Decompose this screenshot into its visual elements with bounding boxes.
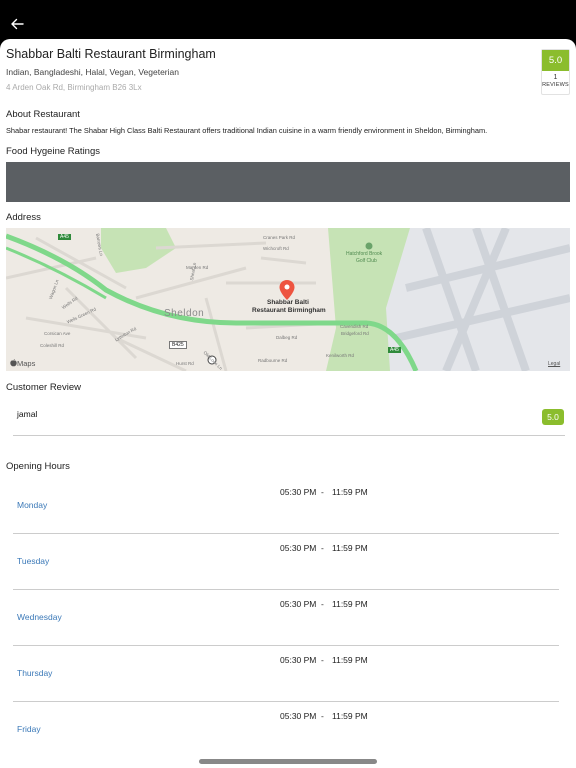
review-heading: Customer Review: [6, 382, 81, 393]
golf-label-1: Hatchford Brook: [346, 251, 383, 257]
about-text: Shabar restaurant! The Shabar High Class…: [6, 126, 488, 135]
area-label: Sheldon: [164, 308, 205, 319]
street-label: Wichcroft Rd: [263, 246, 289, 251]
about-heading: About Restaurant: [6, 109, 80, 120]
time-separator: -: [321, 599, 324, 609]
location-map[interactable]: A45 B425 A45 Cranes Park Rd Wichcroft Rd…: [6, 228, 570, 371]
street-label: Bridgeford Rd: [341, 331, 369, 336]
golf-icon: [365, 242, 373, 250]
day-label: Monday: [17, 500, 48, 510]
review-count: 1: [553, 74, 558, 81]
street-label: Kenilworth Rd: [326, 353, 355, 358]
back-button[interactable]: [8, 14, 28, 34]
reviews-label: REVIEWS: [542, 82, 569, 88]
legal-link[interactable]: Legal: [548, 361, 560, 367]
close-time: 11:59 PM: [332, 487, 368, 497]
hours-row: Tuesday 05:30 PM - 11:59 PM: [13, 534, 559, 590]
day-label: Wednesday: [17, 612, 62, 622]
restaurant-name: Shabbar Balti Restaurant Birmingham: [6, 47, 216, 61]
rating-score: 5.0: [542, 50, 569, 71]
time-separator: -: [321, 543, 324, 553]
hygiene-heading: Food Hygeine Ratings: [6, 146, 100, 157]
apple-logo-icon: [10, 359, 17, 367]
close-time: 11:59 PM: [332, 543, 368, 553]
hours-row: Wednesday 05:30 PM - 11:59 PM: [13, 590, 559, 646]
street-label: Coleshill Rd: [40, 343, 65, 348]
address-heading: Address: [6, 212, 41, 223]
time-separator: -: [321, 487, 324, 497]
hygiene-rating-image: [6, 162, 570, 202]
street-label: Hurst Rd: [176, 361, 194, 366]
golf-label-2: Golf Club: [356, 258, 377, 264]
street-label: Radbourne Rd: [258, 358, 288, 363]
top-bar: [0, 0, 576, 40]
open-time: 05:30 PM: [280, 655, 317, 665]
road-b425: B425: [169, 341, 187, 349]
hours-row: Monday 05:30 PM - 11:59 PM: [13, 478, 559, 534]
hours-heading: Opening Hours: [6, 461, 70, 472]
road-a45-right: A45: [388, 347, 401, 353]
hours-row: Friday 05:30 PM - 11:59 PM: [13, 702, 559, 758]
close-time: 11:59 PM: [332, 655, 368, 665]
arrow-left-icon: [11, 18, 24, 30]
map-pin-icon[interactable]: [278, 279, 296, 301]
restaurant-address: 4 Arden Oak Rd, Birmingham B26 3Lx: [6, 83, 142, 92]
open-time: 05:30 PM: [280, 599, 317, 609]
street-label: Cavendish Rd: [340, 324, 369, 329]
open-time: 05:30 PM: [280, 487, 317, 497]
close-time: 11:59 PM: [332, 711, 368, 721]
open-time: 05:30 PM: [280, 543, 317, 553]
review-item[interactable]: jamal 5.0: [13, 399, 565, 436]
reviewer-name: jamal: [17, 409, 38, 419]
day-label: Tuesday: [17, 556, 50, 566]
detail-sheet: Shabbar Balti Restaurant Birmingham Indi…: [0, 39, 576, 768]
pin-label-1: Shabbar Balti: [267, 299, 309, 306]
day-label: Friday: [17, 724, 41, 734]
review-score: 5.0: [542, 409, 564, 425]
time-separator: -: [321, 655, 324, 665]
pin-label-2: Restaurant Birmingham: [252, 307, 326, 314]
street-label: Dalbeg Rd: [276, 335, 298, 340]
road-a45-left: A45: [58, 234, 71, 240]
hours-row: Thursday 05:30 PM - 11:59 PM: [13, 646, 559, 702]
street-label: Cranes Park Rd: [263, 235, 296, 240]
close-time: 11:59 PM: [332, 599, 368, 609]
time-separator: -: [321, 711, 324, 721]
street-label: Marden Rd: [186, 265, 209, 270]
rating-summary[interactable]: 5.0 1 REVIEWS: [541, 49, 570, 95]
open-time: 05:30 PM: [280, 711, 317, 721]
home-indicator[interactable]: [199, 759, 377, 764]
maps-attribution: Maps: [17, 359, 36, 368]
street-label: Corsican Ave: [44, 331, 71, 336]
day-label: Thursday: [17, 668, 53, 678]
cuisine-list: Indian, Bangladeshi, Halal, Vegan, Veget…: [6, 67, 179, 77]
